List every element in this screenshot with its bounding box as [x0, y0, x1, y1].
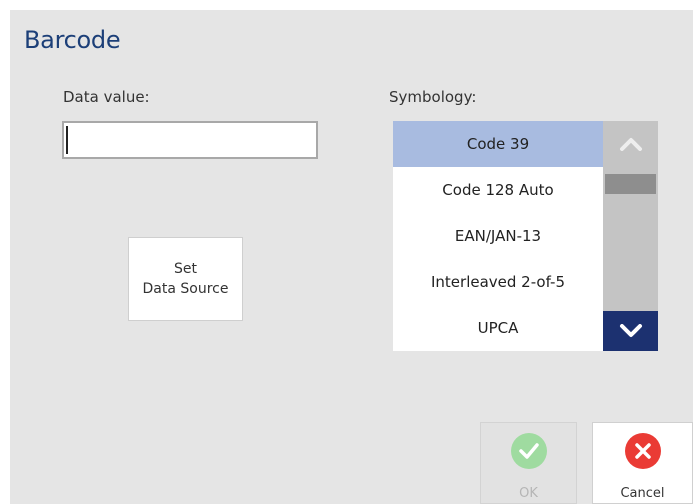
text-caret [66, 126, 68, 154]
page-title: Barcode [24, 26, 121, 54]
symbology-item-ean-jan-13[interactable]: EAN/JAN-13 [393, 213, 603, 259]
scroll-down-button[interactable] [603, 311, 658, 351]
data-value-label: Data value: [63, 88, 150, 106]
symbology-list: Code 39 Code 128 Auto EAN/JAN-13 Interle… [393, 121, 603, 351]
ok-button[interactable]: OK [480, 422, 577, 504]
symbology-label: Symbology: [389, 88, 477, 106]
set-data-source-line1: Set [174, 261, 197, 277]
symbology-item-upca[interactable]: UPCA [393, 305, 603, 351]
barcode-dialog: Barcode Data value: Set Data Source Symb… [10, 10, 693, 504]
cancel-button[interactable]: Cancel [592, 422, 693, 504]
scroll-thumb[interactable] [605, 174, 656, 194]
set-data-source-line2: Data Source [142, 281, 229, 297]
set-data-source-button[interactable]: Set Data Source [128, 237, 243, 321]
close-icon [624, 433, 661, 469]
symbology-item-code-128-auto[interactable]: Code 128 Auto [393, 167, 603, 213]
checkmark-icon [510, 433, 547, 469]
chevron-up-icon [619, 138, 642, 151]
chevron-down-icon [619, 324, 642, 337]
ok-label: OK [519, 486, 538, 501]
cancel-label: Cancel [620, 486, 665, 501]
data-value-input[interactable] [62, 121, 318, 159]
symbology-item-code-39[interactable]: Code 39 [393, 121, 603, 167]
symbology-scrollbar[interactable] [603, 121, 658, 351]
symbology-item-interleaved-2-of-5[interactable]: Interleaved 2-of-5 [393, 259, 603, 305]
scroll-up-button[interactable] [603, 121, 658, 167]
